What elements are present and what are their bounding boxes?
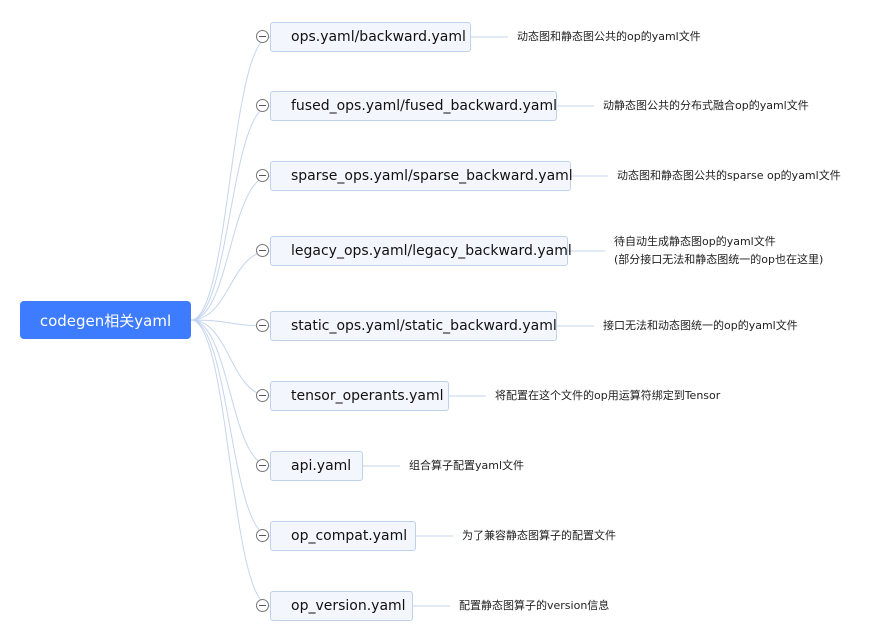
- note-text: 动态图和静态图公共的sparse op的yaml文件: [617, 169, 841, 182]
- collapse-icon[interactable]: [256, 244, 269, 257]
- root-node[interactable]: codegen相关yaml: [20, 301, 191, 339]
- node-static-ops-yaml[interactable]: static_ops.yaml/static_backward.yaml: [270, 311, 557, 341]
- collapse-icon[interactable]: [256, 389, 269, 402]
- note-legacy-ops-yaml: 待自动生成静态图op的yaml文件 (部分接口无法和静态图统一的op也在这里): [614, 233, 823, 269]
- link-fused-ops: [190, 105, 271, 321]
- node-label: tensor_operants.yaml: [291, 388, 444, 404]
- node-op-compat-yaml[interactable]: op_compat.yaml: [270, 521, 416, 551]
- node-op-version-yaml[interactable]: op_version.yaml: [270, 591, 413, 621]
- node-label: op_compat.yaml: [291, 528, 408, 544]
- link-op-compat: [190, 319, 271, 537]
- node-sparse-ops-yaml[interactable]: sparse_ops.yaml/sparse_backward.yaml: [270, 161, 573, 191]
- collapse-icon[interactable]: [256, 99, 269, 112]
- note-text-line2: (部分接口无法和静态图统一的op也在这里): [614, 253, 824, 266]
- note-ops-yaml: 动态图和静态图公共的op的yaml文件: [517, 28, 701, 46]
- collapse-icon[interactable]: [256, 529, 269, 542]
- node-label: static_ops.yaml/static_backward.yaml: [291, 318, 557, 334]
- node-label: api.yaml: [291, 458, 352, 474]
- collapse-icon[interactable]: [256, 169, 269, 182]
- node-label: sparse_ops.yaml/sparse_backward.yaml: [291, 168, 573, 184]
- note-api-yaml: 组合算子配置yaml文件: [409, 457, 524, 475]
- collapse-icon[interactable]: [256, 599, 269, 612]
- node-api-yaml[interactable]: api.yaml: [270, 451, 363, 481]
- note-text: 将配置在这个文件的op用运算符绑定到Tensor: [495, 389, 721, 402]
- node-label: ops.yaml/backward.yaml: [291, 29, 466, 45]
- note-text: 配置静态图算子的version信息: [459, 599, 610, 612]
- note-text: 动态图和静态图公共的op的yaml文件: [517, 30, 701, 43]
- node-fused-ops-yaml[interactable]: fused_ops.yaml/fused_backward.yaml: [270, 91, 557, 121]
- node-label: legacy_ops.yaml/legacy_backward.yaml: [291, 243, 572, 259]
- note-op-version-yaml: 配置静态图算子的version信息: [459, 597, 609, 615]
- note-text: 接口无法和动态图统一的op的yaml文件: [603, 319, 798, 332]
- collapse-icon[interactable]: [256, 459, 269, 472]
- note-fused-ops-yaml: 动静态图公共的分布式融合op的yaml文件: [603, 97, 809, 115]
- node-legacy-ops-yaml[interactable]: legacy_ops.yaml/legacy_backward.yaml: [270, 236, 572, 266]
- note-static-ops-yaml: 接口无法和动态图统一的op的yaml文件: [603, 317, 798, 335]
- node-label: op_version.yaml: [291, 598, 406, 614]
- node-label: fused_ops.yaml/fused_backward.yaml: [291, 98, 558, 114]
- root-node-label: codegen相关yaml: [39, 311, 172, 330]
- note-text: 组合算子配置yaml文件: [409, 459, 525, 472]
- link-tensor-operants: [190, 319, 271, 397]
- note-text-line1: 待自动生成静态图op的yaml文件: [614, 235, 776, 248]
- note-text: 为了兼容静态图算子的配置文件: [462, 529, 616, 542]
- note-op-compat-yaml: 为了兼容静态图算子的配置文件: [462, 527, 616, 545]
- note-sparse-ops-yaml: 动态图和静态图公共的sparse op的yaml文件: [617, 167, 841, 185]
- node-tensor-operants-yaml[interactable]: tensor_operants.yaml: [270, 381, 449, 411]
- note-tensor-operants-yaml: 将配置在这个文件的op用运算符绑定到Tensor: [495, 387, 720, 405]
- node-ops-yaml[interactable]: ops.yaml/backward.yaml: [270, 22, 471, 52]
- collapse-icon[interactable]: [256, 319, 269, 332]
- collapse-icon[interactable]: [256, 30, 269, 43]
- note-text: 动静态图公共的分布式融合op的yaml文件: [603, 99, 809, 112]
